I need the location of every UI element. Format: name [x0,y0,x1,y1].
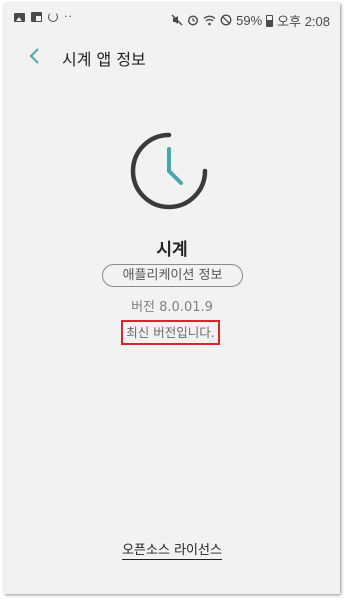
battery-icon [266,14,274,27]
wifi-icon [203,14,216,28]
page-title: 시계 앱 정보 [62,50,146,69]
app-info-button[interactable]: 애플리케이션 정보 [102,264,243,287]
version-text: 버전 8.0.01.9 [131,300,213,315]
open-source-license-label: 오픈소스 라이선스 [122,543,222,560]
status-bar-notifications: ·· [14,10,73,23]
update-status-text: 최신 버전입니다. [121,320,220,345]
app-name: 시계 [156,240,188,260]
app-screen: ·· 59% 오후 2:08 시계 앱 정보 시계 애플리케이션 정보 버전 8… [4,3,340,594]
clock-time: 오후 2:08 [277,14,330,29]
battery-percent: 59% [236,13,263,28]
clock-app-icon [128,130,210,212]
back-button[interactable] [26,45,44,67]
flipboard-icon [31,12,42,22]
chevron-left-icon [29,48,39,64]
open-source-license-link[interactable]: 오픈소스 라이선스 [4,539,340,560]
gallery-icon [14,12,25,22]
alarm-icon [187,14,199,28]
more-notifications-icon: ·· [64,10,73,23]
sync-icon [48,12,58,22]
status-bar-system: 59% 오후 2:08 [171,11,330,30]
status-bar: ·· 59% 오후 2:08 [4,3,340,33]
mute-icon [171,14,183,28]
app-bar: 시계 앱 정보 [4,33,340,81]
do-not-disturb-icon [220,14,232,28]
